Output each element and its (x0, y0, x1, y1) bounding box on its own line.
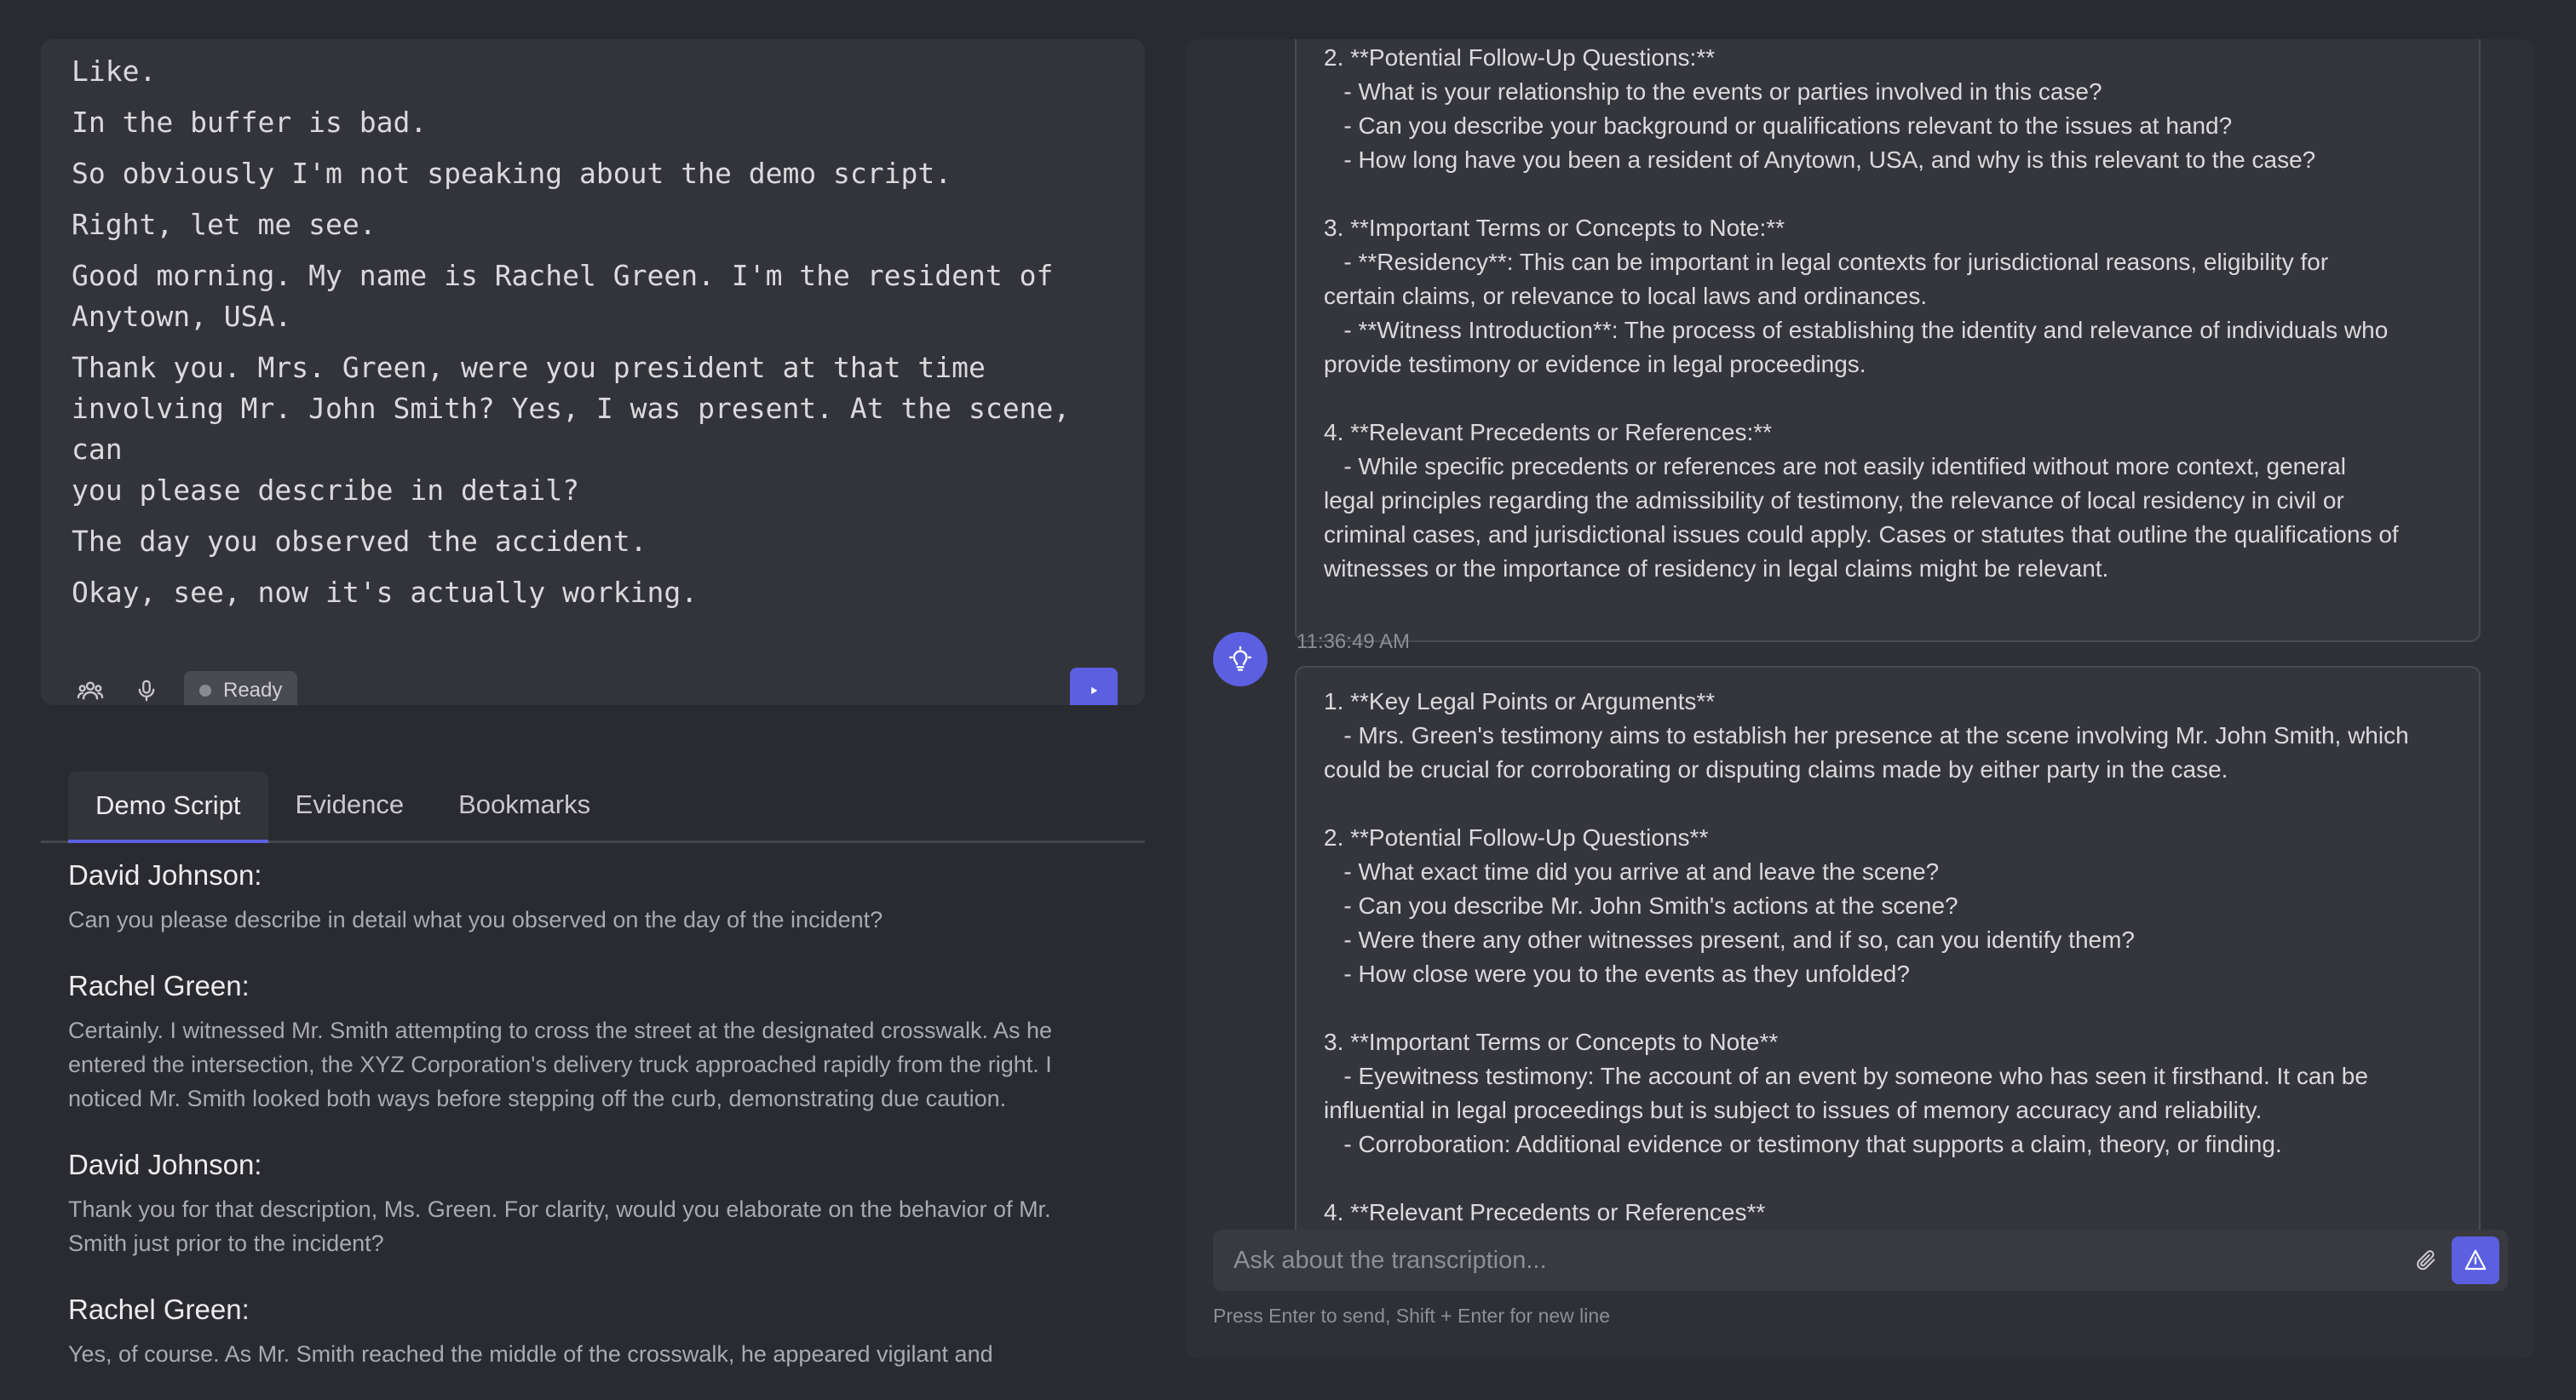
message-line: 4. **Relevant Precedents or References** (1324, 1199, 1766, 1225)
speaker-name: David Johnson: (68, 859, 262, 891)
chat-input[interactable] (1213, 1230, 2401, 1291)
message-line: criminal cases, and jurisdictional issue… (1324, 521, 2399, 548)
demo-script: David Johnson: Can you please describe i… (68, 855, 1116, 1400)
message-line: influential in legal proceedings but is … (1324, 1097, 2263, 1123)
message-line: 4. **Relevant Precedents or References:*… (1324, 419, 1773, 445)
transcript-toolbar: Ready (72, 668, 1118, 705)
message-line: 2. **Potential Follow-Up Questions** (1324, 824, 1709, 851)
transcript-line: So obviously I'm not speaking about the … (72, 157, 952, 190)
transcript-lines: Like. In the buffer is bad. So obviously… (72, 51, 1114, 623)
message-line: provide testimony or evidence in legal p… (1324, 351, 1866, 377)
users-icon[interactable] (72, 672, 109, 705)
speaker-name: David Johnson: (68, 1149, 262, 1180)
speaker-line: Certainly. I witnessed Mr. Smith attempt… (68, 1018, 1053, 1111)
tab-evidence[interactable]: Evidence (268, 769, 432, 841)
message-line: 3. **Important Terms or Concepts to Note… (1324, 215, 1785, 241)
send-icon (2464, 1249, 2487, 1271)
message-line: witnesses or the importance of residency… (1324, 555, 2109, 582)
transcript-line: Like. (72, 55, 157, 88)
message-line: certain claims, or relevance to local la… (1324, 283, 1928, 309)
analysis-panel: 2. **Potential Follow-Up Questions:** - … (1186, 39, 2535, 1359)
speaker-line: Can you please describe in detail what y… (68, 907, 883, 932)
transcript-line: The day you observed the accident. (72, 525, 647, 558)
status-label: Ready (223, 679, 283, 702)
message-line: 3. **Important Terms or Concepts to Note… (1324, 1029, 1779, 1055)
input-hint: Press Enter to send, Shift + Enter for n… (1213, 1305, 1610, 1327)
attach-button[interactable] (2401, 1235, 2452, 1286)
script-tabs: Demo Script Evidence Bookmarks (41, 772, 1145, 843)
paperclip-icon (2417, 1250, 2435, 1271)
play-icon (1091, 686, 1098, 695)
message-line: - How close were you to the events as th… (1324, 961, 1910, 987)
transcript-line: Okay, see, now it's actually working. (72, 576, 699, 609)
transcript-line: Thank you. Mrs. Green, were you presiden… (72, 351, 1071, 507)
speaker-line: Yes, of course. As Mr. Smith reached the… (68, 1341, 993, 1367)
message-line: - What exact time did you arrive at and … (1324, 858, 1940, 885)
script-entry: Rachel Green: Yes, of course. As Mr. Smi… (68, 1289, 1116, 1371)
speaker-name: Rachel Green: (68, 1294, 250, 1325)
speaker-name: Rachel Green: (68, 970, 250, 1001)
message-line: - Were there any other witnesses present… (1324, 927, 2135, 953)
speaker-line: Thank you for that description, Ms. Gree… (68, 1196, 1051, 1256)
play-button[interactable] (1070, 668, 1118, 705)
message-line: - What is your relationship to the event… (1324, 78, 2102, 105)
message-line: - Corroboration: Additional evidence or … (1324, 1131, 2282, 1157)
send-button[interactable] (2452, 1236, 2499, 1284)
message-line: legal principles regarding the admissibi… (1324, 487, 2344, 514)
message-line: - **Residency**: This can be important i… (1324, 249, 2329, 275)
message-line: 2. **Potential Follow-Up Questions:** (1324, 44, 1716, 71)
microphone-icon[interactable] (128, 672, 165, 705)
tab-demo-script[interactable]: Demo Script (68, 772, 268, 843)
script-entry: Rachel Green: Certainly. I witnessed Mr.… (68, 966, 1116, 1116)
status-dot (199, 685, 211, 697)
transcript-line: Right, let me see. (72, 208, 377, 241)
script-entry: David Johnson: Can you please describe i… (68, 855, 1116, 937)
lightbulb-icon (1228, 645, 1252, 671)
message-line: 1. **Key Legal Points or Arguments** (1324, 688, 1716, 714)
message-padding (1324, 668, 2452, 685)
message-line: - **Witness Introduction**: The process … (1324, 317, 2389, 343)
analysis-message: 1. **Key Legal Points or Arguments** - M… (1295, 666, 2481, 1245)
message-line: could be crucial for corroborating or di… (1324, 756, 2228, 783)
message-timestamp: 11:36:49 AM (1297, 630, 1410, 653)
message-line: - Mrs. Green's testimony aims to establi… (1324, 722, 2409, 749)
transcript-panel: Like. In the buffer is bad. So obviously… (41, 39, 1145, 705)
analysis-message: 2. **Potential Follow-Up Questions:** - … (1295, 39, 2481, 642)
message-line: - While specific precedents or reference… (1324, 453, 2346, 479)
message-line: - Can you describe your background or qu… (1324, 112, 2233, 139)
message-line: - Eyewitness testimony: The account of a… (1324, 1063, 2368, 1089)
message-line: - Can you describe Mr. John Smith's acti… (1324, 892, 1958, 919)
message-line: - How long have you been a resident of A… (1324, 146, 2316, 173)
chat-input-bar (1213, 1230, 2508, 1291)
script-entry: David Johnson: Thank you for that descri… (68, 1145, 1116, 1260)
transcript-line: Good morning. My name is Rachel Green. I… (72, 259, 1054, 333)
status-badge: Ready (184, 671, 298, 705)
tab-bookmarks[interactable]: Bookmarks (431, 769, 618, 841)
transcript-line: In the buffer is bad. (72, 106, 428, 139)
assistant-avatar (1213, 632, 1268, 686)
